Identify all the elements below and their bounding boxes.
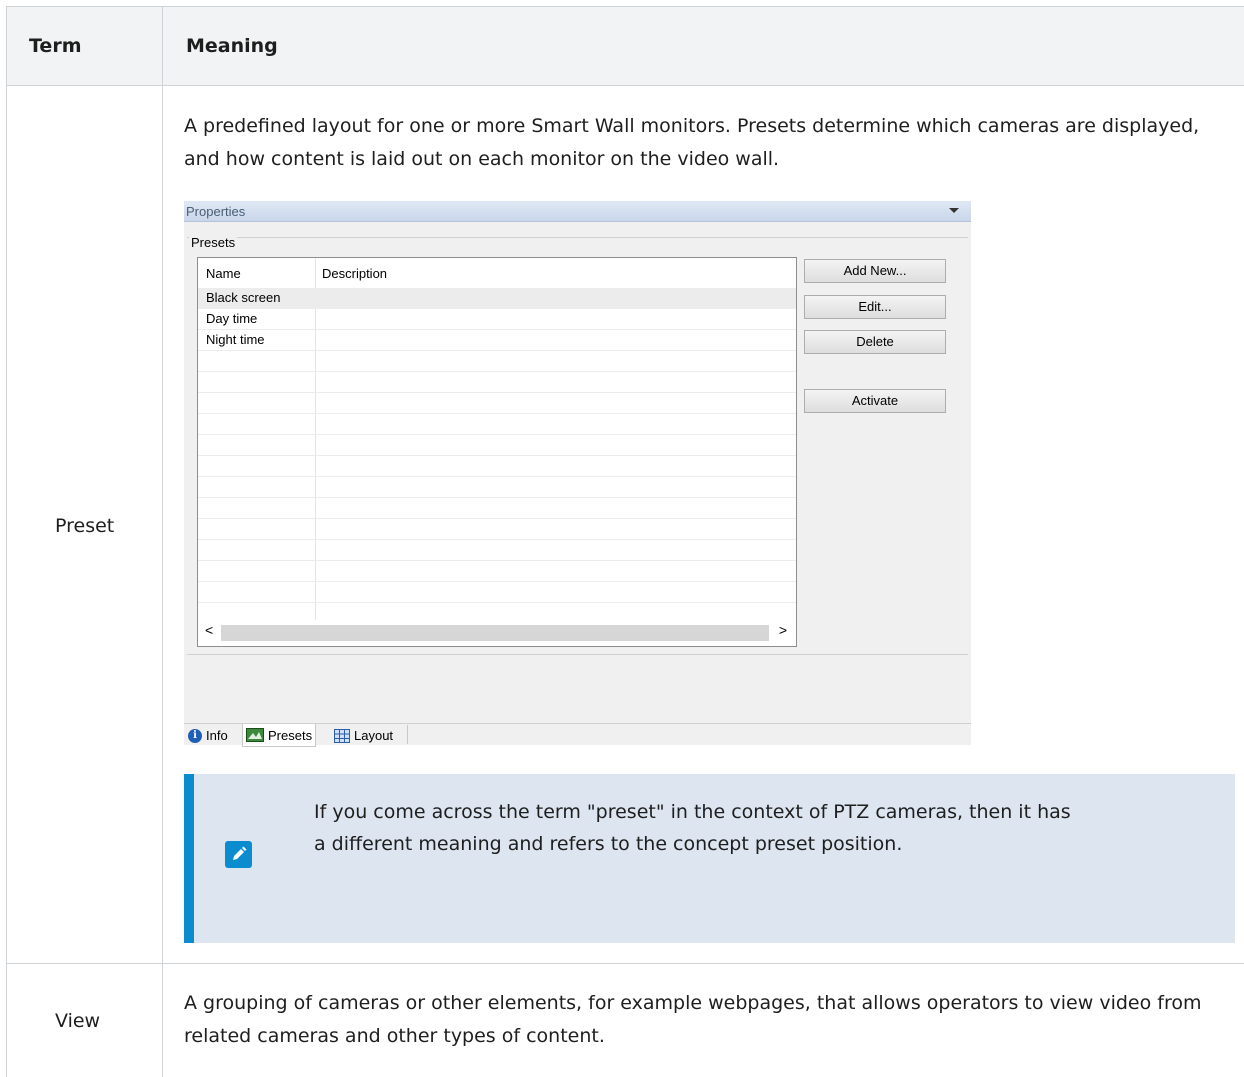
info-icon: i: [188, 728, 202, 743]
panel-tabs: i Info Presets Layout: [184, 723, 971, 747]
layout-grid-icon: [334, 728, 350, 743]
list-item-name: Black screen: [206, 290, 281, 305]
empty-row: [198, 414, 796, 435]
note-callout: If you come across the term "preset" in …: [184, 774, 1235, 943]
term-view: View: [55, 1010, 101, 1032]
description-column-header[interactable]: Description: [322, 266, 387, 281]
empty-row: [198, 456, 796, 477]
presets-list[interactable]: Name Description Black screen Day time N…: [197, 257, 797, 647]
properties-titlebar: Properties: [184, 201, 971, 222]
delete-button[interactable]: Delete: [804, 330, 946, 354]
add-new-button[interactable]: Add New...: [804, 259, 946, 283]
horizontal-scrollbar[interactable]: < >: [198, 620, 796, 644]
term-column-header: Term: [29, 35, 82, 57]
empty-row: [198, 561, 796, 582]
list-item[interactable]: Night time: [198, 330, 796, 351]
meaning-preset: A predefined layout for one or more Smar…: [184, 115, 1200, 170]
tab-presets-label: Presets: [268, 727, 313, 743]
empty-row: [198, 498, 796, 519]
meaning-column-header: Meaning: [186, 35, 278, 57]
tab-presets[interactable]: Presets: [242, 724, 317, 747]
column-divider: [162, 6, 163, 1077]
name-column-header[interactable]: Name: [206, 266, 241, 281]
presets-group-label: Presets: [189, 235, 238, 250]
scrollbar-thumb[interactable]: [221, 625, 769, 641]
list-item-name: Day time: [206, 311, 258, 326]
empty-row: [198, 477, 796, 498]
empty-row: [198, 582, 796, 603]
pencil-icon: [225, 841, 252, 868]
tab-info-label: Info: [206, 728, 228, 743]
tab-divider: [407, 725, 408, 744]
tab-layout[interactable]: Layout: [334, 726, 393, 745]
dropdown-arrow-icon[interactable]: [949, 208, 959, 213]
list-item[interactable]: Black screen: [198, 288, 796, 309]
activate-button[interactable]: Activate: [804, 389, 946, 413]
list-item-name: Night time: [206, 332, 265, 347]
meaning-view: A grouping of cameras or other elements,…: [184, 992, 1202, 1047]
properties-panel: Properties Presets Name Description Blac…: [184, 201, 971, 747]
note-accent-bar: [184, 774, 194, 943]
term-preset: Preset: [55, 515, 115, 537]
list-header: Name Description: [198, 258, 796, 288]
empty-row: [198, 372, 796, 393]
empty-row: [198, 540, 796, 561]
properties-title: Properties: [186, 204, 246, 219]
empty-row: [198, 435, 796, 456]
scroll-left-icon[interactable]: <: [205, 622, 213, 638]
empty-row: [198, 519, 796, 540]
presets-icon: [246, 728, 264, 742]
scroll-right-icon[interactable]: >: [779, 622, 787, 638]
row-divider: [7, 963, 1244, 964]
empty-row: [198, 351, 796, 372]
edit-button[interactable]: Edit...: [804, 295, 946, 319]
note-text: If you come across the term "preset" in …: [314, 801, 1071, 855]
table-header: Term Meaning: [7, 6, 1244, 86]
glossary-table: Term Meaning Preset A predefined layout …: [6, 6, 1244, 1077]
list-item[interactable]: Day time: [198, 309, 796, 330]
empty-row: [198, 393, 796, 414]
tab-info[interactable]: i Info: [188, 726, 228, 745]
tab-layout-label: Layout: [354, 728, 394, 743]
